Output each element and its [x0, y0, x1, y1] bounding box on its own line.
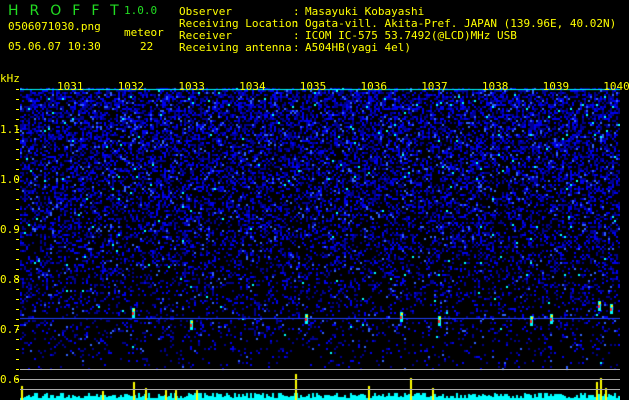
meteor-label: meteor [124, 26, 164, 39]
x-tick-label: 1031 [57, 80, 84, 93]
y-tick [16, 309, 19, 310]
x-tick-label: 1035 [299, 80, 327, 93]
x-tick-label: 1039 [542, 80, 570, 93]
y-tick [16, 289, 19, 290]
y-tick [16, 229, 19, 230]
meteor-count: 22 [140, 40, 154, 53]
y-tick [16, 259, 19, 260]
y-tick [16, 129, 19, 130]
divider-line [20, 389, 620, 390]
app-logo: HROFFT [8, 3, 130, 19]
y-axis-unit: kHz [0, 72, 20, 85]
x-tick-label: 1038 [481, 80, 509, 93]
y-tick [16, 319, 19, 320]
y-tick [16, 379, 19, 380]
y-tick [16, 219, 19, 220]
x-tick-label: 1036 [360, 80, 388, 93]
x-tick-label: 1033 [178, 80, 205, 93]
datetime: 05.06.07 10:30 [8, 40, 101, 53]
y-tick [16, 199, 19, 200]
y-tick [16, 329, 19, 330]
divider-line [20, 369, 620, 370]
colon: : [293, 41, 300, 54]
y-tick [16, 159, 19, 160]
y-tick [16, 299, 19, 300]
y-tick [16, 139, 19, 140]
y-tick [16, 99, 19, 100]
y-tick [16, 149, 19, 150]
y-tick [16, 369, 19, 370]
x-tick-label: 1040 [603, 80, 629, 93]
y-tick [16, 179, 19, 180]
y-tick [16, 269, 19, 270]
y-tick [16, 119, 19, 120]
y-tick [16, 249, 19, 250]
info-label-antenna: Receiving antenna [179, 41, 292, 54]
y-tick [16, 279, 19, 280]
spectrogram-canvas [20, 80, 620, 400]
y-tick [16, 239, 19, 240]
y-tick [16, 339, 19, 340]
hrofft-window: HROFFT 1.0.0 0506071030.png 05.06.07 10:… [0, 0, 629, 400]
y-tick [16, 209, 19, 210]
x-tick-label: 1037 [421, 80, 448, 93]
x-tick-label: 1034 [239, 80, 266, 93]
y-tick [16, 349, 19, 350]
y-tick [16, 109, 19, 110]
filename: 0506071030.png [8, 20, 101, 33]
y-tick [16, 359, 19, 360]
app-version: 1.0.0 [124, 4, 158, 17]
y-tick [16, 189, 19, 190]
info-value-antenna: A504HB(yagi 4el) [305, 41, 411, 54]
divider-line [20, 379, 620, 380]
y-tick [16, 169, 19, 170]
y-tick [16, 89, 19, 90]
x-tick-label: 1032 [117, 80, 145, 93]
